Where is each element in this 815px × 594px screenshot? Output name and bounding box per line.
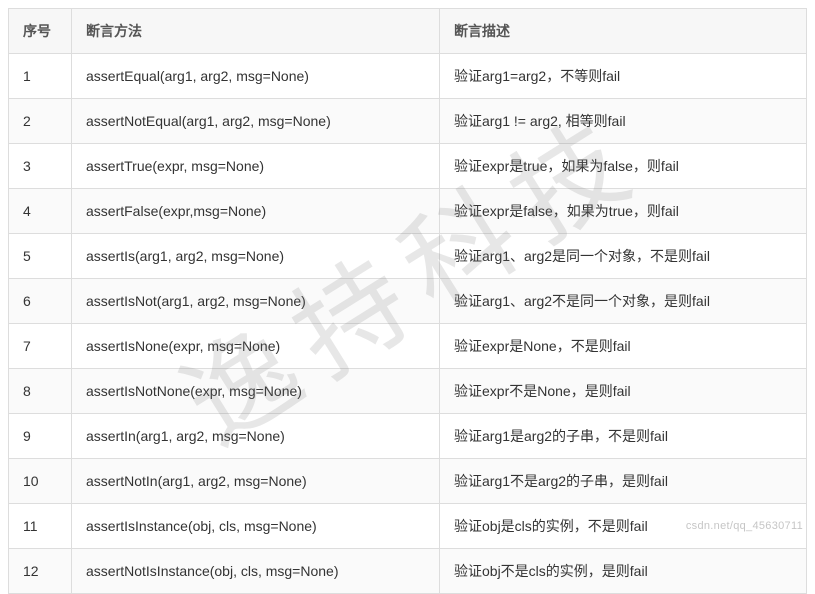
table-row: 4assertFalse(expr,msg=None)验证expr是false，…: [9, 189, 807, 234]
cell-index: 5: [9, 234, 72, 279]
table-row: 6assertIsNot(arg1, arg2, msg=None)验证arg1…: [9, 279, 807, 324]
cell-index: 6: [9, 279, 72, 324]
cell-desc: 验证arg1不是arg2的子串，是则fail: [440, 459, 807, 504]
assertion-table: 序号 断言方法 断言描述 1assertEqual(arg1, arg2, ms…: [8, 8, 807, 594]
header-index: 序号: [9, 9, 72, 54]
table-row: 12assertNotIsInstance(obj, cls, msg=None…: [9, 549, 807, 594]
table-row: 3assertTrue(expr, msg=None)验证expr是true，如…: [9, 144, 807, 189]
table-row: 5assertIs(arg1, arg2, msg=None)验证arg1、ar…: [9, 234, 807, 279]
cell-method: assertIsNone(expr, msg=None): [72, 324, 440, 369]
cell-desc: 验证expr是None，不是则fail: [440, 324, 807, 369]
cell-desc: 验证expr是true，如果为false，则fail: [440, 144, 807, 189]
cell-index: 2: [9, 99, 72, 144]
cell-desc: 验证expr是false，如果为true，则fail: [440, 189, 807, 234]
table-row: 2assertNotEqual(arg1, arg2, msg=None)验证a…: [9, 99, 807, 144]
cell-method: assertEqual(arg1, arg2, msg=None): [72, 54, 440, 99]
cell-desc: 验证arg1是arg2的子串，不是则fail: [440, 414, 807, 459]
cell-index: 4: [9, 189, 72, 234]
cell-method: assertIsNot(arg1, arg2, msg=None): [72, 279, 440, 324]
cell-desc: 验证obj不是cls的实例，是则fail: [440, 549, 807, 594]
cell-method: assertNotIsInstance(obj, cls, msg=None): [72, 549, 440, 594]
cell-index: 8: [9, 369, 72, 414]
cell-method: assertNotEqual(arg1, arg2, msg=None): [72, 99, 440, 144]
header-desc: 断言描述: [440, 9, 807, 54]
table-row: 10assertNotIn(arg1, arg2, msg=None)验证arg…: [9, 459, 807, 504]
header-method: 断言方法: [72, 9, 440, 54]
cell-index: 7: [9, 324, 72, 369]
cell-desc: 验证arg1、arg2是同一个对象，不是则fail: [440, 234, 807, 279]
cell-index: 1: [9, 54, 72, 99]
table-row: 1assertEqual(arg1, arg2, msg=None)验证arg1…: [9, 54, 807, 99]
cell-index: 12: [9, 549, 72, 594]
cell-method: assertIs(arg1, arg2, msg=None): [72, 234, 440, 279]
cell-desc: 验证expr不是None，是则fail: [440, 369, 807, 414]
table-header-row: 序号 断言方法 断言描述: [9, 9, 807, 54]
cell-desc: 验证arg1、arg2不是同一个对象，是则fail: [440, 279, 807, 324]
cell-method: assertFalse(expr,msg=None): [72, 189, 440, 234]
cell-method: assertIn(arg1, arg2, msg=None): [72, 414, 440, 459]
cell-method: assertTrue(expr, msg=None): [72, 144, 440, 189]
cell-index: 3: [9, 144, 72, 189]
cell-index: 9: [9, 414, 72, 459]
cell-method: assertNotIn(arg1, arg2, msg=None): [72, 459, 440, 504]
cell-index: 10: [9, 459, 72, 504]
table-row: 9assertIn(arg1, arg2, msg=None)验证arg1是ar…: [9, 414, 807, 459]
cell-method: assertIsNotNone(expr, msg=None): [72, 369, 440, 414]
table-row: 8assertIsNotNone(expr, msg=None)验证expr不是…: [9, 369, 807, 414]
cell-desc: 验证arg1=arg2，不等则fail: [440, 54, 807, 99]
cell-desc: 验证arg1 != arg2, 相等则fail: [440, 99, 807, 144]
table-row: 7assertIsNone(expr, msg=None)验证expr是None…: [9, 324, 807, 369]
